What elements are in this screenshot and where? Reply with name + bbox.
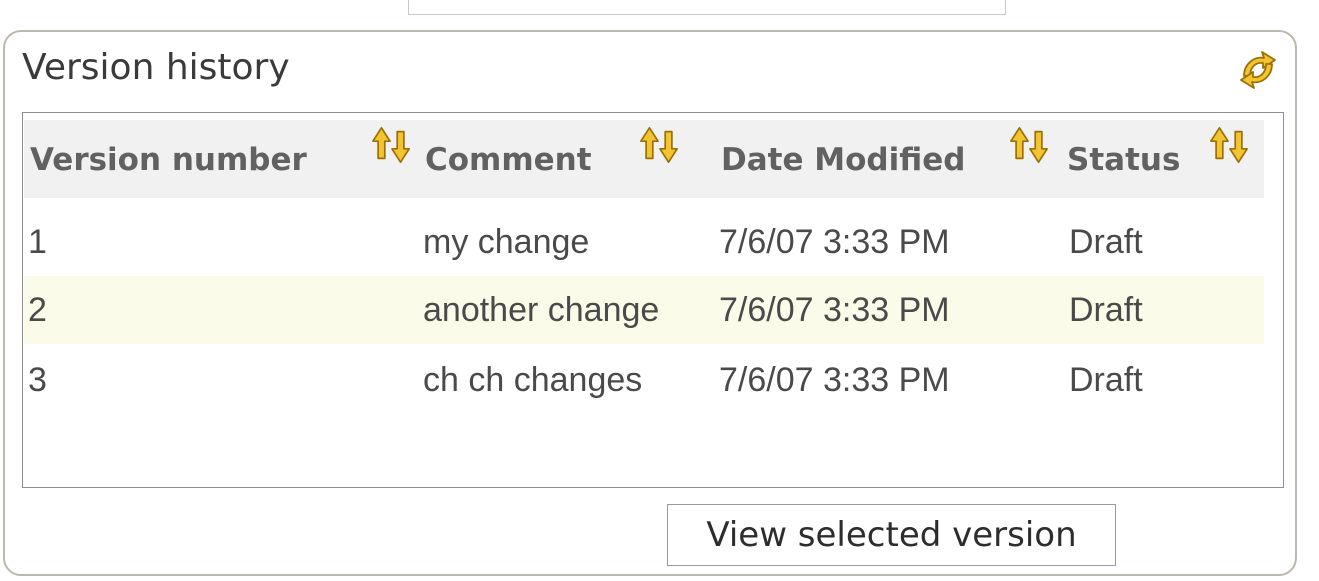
cell-status: Draft	[1069, 361, 1143, 399]
cell-comment: ch ch changes	[423, 361, 643, 399]
top-input-field-edge[interactable]	[408, 0, 1006, 15]
cell-version: 1	[28, 223, 47, 261]
table-row[interactable]: 3 ch ch changes 7/6/07 3:33 PM Draft	[24, 346, 1264, 414]
cell-comment: my change	[423, 223, 590, 261]
panel-title: Version history	[22, 47, 290, 88]
refresh-arrows-icon[interactable]	[1234, 46, 1282, 94]
sort-arrows-icon[interactable]	[1008, 124, 1050, 166]
table-row[interactable]: 1 my change 7/6/07 3:33 PM Draft	[24, 208, 1264, 276]
cell-version: 2	[28, 291, 47, 329]
cell-comment: another change	[423, 291, 660, 329]
table-row[interactable]: 2 another change 7/6/07 3:33 PM Draft	[24, 276, 1264, 344]
cell-status: Draft	[1069, 291, 1143, 329]
column-header-comment[interactable]: Comment	[425, 120, 592, 198]
sort-arrows-icon[interactable]	[1208, 124, 1250, 166]
cell-version: 3	[28, 361, 47, 399]
column-header-date-modified[interactable]: Date Modified	[721, 120, 965, 198]
view-selected-version-button[interactable]: View selected version	[667, 504, 1116, 566]
cell-date-modified: 7/6/07 3:33 PM	[719, 291, 950, 329]
sort-arrows-icon[interactable]	[638, 124, 680, 166]
cell-date-modified: 7/6/07 3:33 PM	[719, 361, 950, 399]
column-header-version-number[interactable]: Version number	[30, 120, 307, 198]
column-header-status[interactable]: Status	[1067, 120, 1180, 198]
sort-arrows-icon[interactable]	[370, 124, 412, 166]
cell-status: Draft	[1069, 223, 1143, 261]
cell-date-modified: 7/6/07 3:33 PM	[719, 223, 950, 261]
